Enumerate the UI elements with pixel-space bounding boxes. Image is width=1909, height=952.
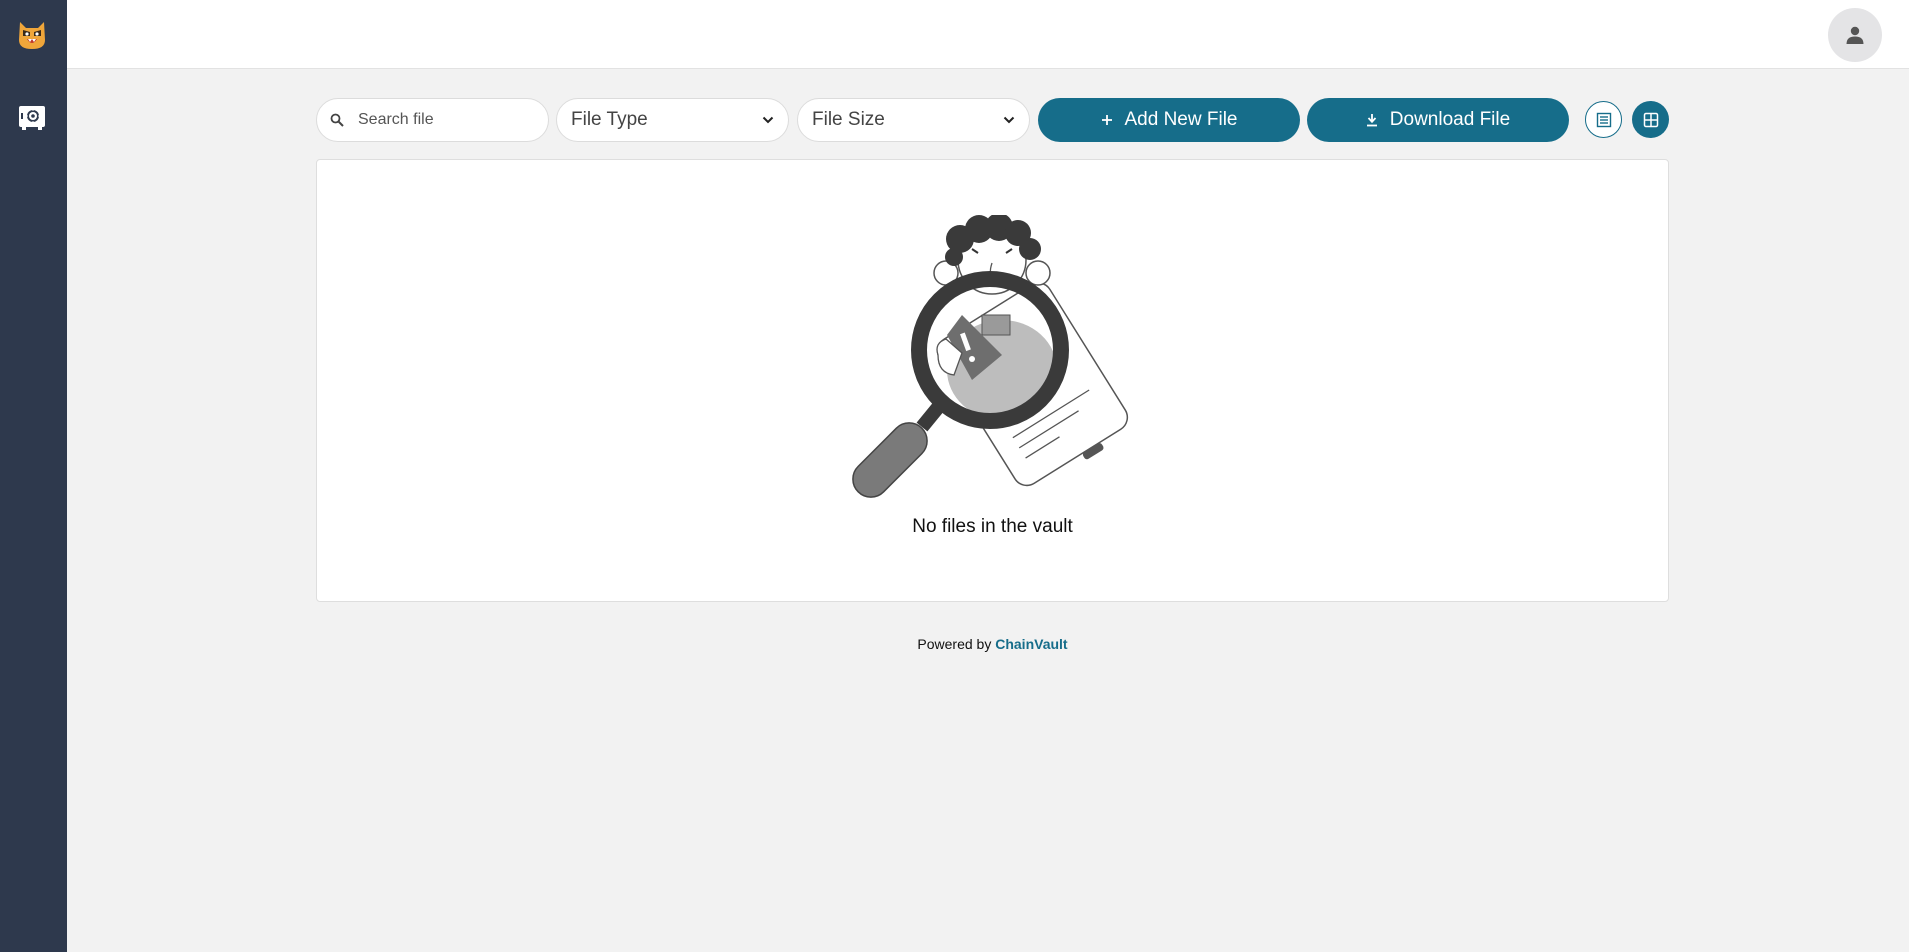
- cat-logo-icon[interactable]: [18, 20, 46, 50]
- add-new-file-label: Add New File: [1124, 109, 1238, 130]
- grid-view-button[interactable]: [1632, 101, 1669, 138]
- file-type-label: File Type: [571, 109, 648, 130]
- download-icon: [1366, 113, 1378, 127]
- chevron-down-icon: [1003, 116, 1015, 124]
- search-input[interactable]: [356, 110, 526, 130]
- chevron-down-icon: [762, 116, 774, 124]
- footer: Powered by ChainVault: [316, 636, 1669, 652]
- list-icon: [1596, 112, 1611, 127]
- files-panel: No files in the vault: [316, 159, 1669, 602]
- footer-prefix: Powered by: [917, 636, 992, 652]
- plus-icon: [1101, 114, 1113, 126]
- sidebar: [0, 0, 67, 952]
- top-bar: [67, 0, 1909, 69]
- user-icon: [1846, 26, 1864, 44]
- empty-vault-illustration: [852, 215, 1129, 498]
- vault-settings-icon[interactable]: [18, 104, 46, 132]
- grid-icon: [1643, 112, 1658, 127]
- file-size-label: File Size: [812, 109, 885, 130]
- file-type-select[interactable]: File Type: [556, 98, 789, 142]
- footer-brand-link[interactable]: ChainVault: [995, 636, 1067, 652]
- list-view-button[interactable]: [1585, 101, 1622, 138]
- file-size-select[interactable]: File Size: [797, 98, 1030, 142]
- download-file-button[interactable]: Download File: [1307, 98, 1569, 142]
- search-icon: [330, 113, 344, 127]
- add-new-file-button[interactable]: Add New File: [1038, 98, 1300, 142]
- empty-state-message: No files in the vault: [912, 516, 1073, 537]
- user-avatar-button[interactable]: [1828, 8, 1882, 62]
- search-box[interactable]: [316, 98, 549, 142]
- download-file-label: Download File: [1389, 109, 1511, 130]
